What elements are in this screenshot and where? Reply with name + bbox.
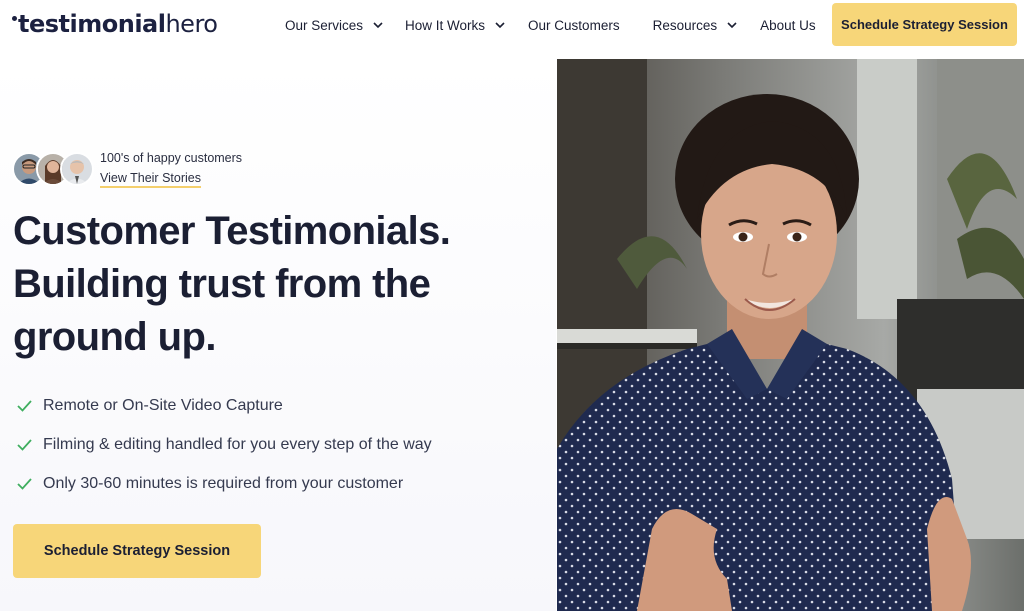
headline-line-3: ground up. bbox=[13, 315, 216, 359]
nav-label: About Us bbox=[760, 17, 816, 33]
happy-customers-text: 100's of happy customers bbox=[100, 151, 243, 165]
chevron-down-icon bbox=[373, 22, 383, 29]
feature-item: Filming & editing handled for you every … bbox=[16, 425, 432, 464]
logo-text-hero: hero bbox=[165, 10, 218, 38]
testimonialhero-logo[interactable]: testimonialhero bbox=[12, 10, 218, 38]
feature-item: Remote or On-Site Video Capture bbox=[16, 386, 432, 425]
nav-label: How It Works bbox=[405, 17, 486, 33]
logo-dot bbox=[12, 16, 17, 21]
feature-text: Remote or On-Site Video Capture bbox=[43, 396, 283, 414]
chevron-down-icon bbox=[495, 22, 505, 29]
check-icon bbox=[17, 400, 32, 412]
hero-headline: Customer Testimonials. Building trust fr… bbox=[13, 205, 533, 364]
schedule-strategy-session-button-header[interactable]: Schedule Strategy Session bbox=[832, 3, 1017, 46]
chevron-down-icon bbox=[727, 22, 737, 29]
feature-list: Remote or On-Site Video Capture Filming … bbox=[16, 386, 432, 503]
nav-label: Resources bbox=[652, 17, 718, 33]
speaker-illustration bbox=[557, 59, 1024, 611]
check-icon bbox=[17, 439, 32, 451]
feature-item: Only 30-60 minutes is required from your… bbox=[16, 464, 432, 503]
feature-text: Filming & editing handled for you every … bbox=[43, 435, 432, 453]
site-header: testimonialhero Our Services How It Work… bbox=[0, 0, 1024, 50]
headline-line-1: Customer Testimonials. bbox=[13, 209, 451, 253]
customer-avatars bbox=[12, 152, 94, 186]
main-nav: Our Services How It Works Our Customers … bbox=[285, 0, 816, 50]
nav-item-our-services[interactable]: Our Services bbox=[285, 18, 384, 33]
nav-label: Our Services bbox=[285, 17, 364, 33]
nav-item-how-it-works[interactable]: How It Works bbox=[405, 18, 506, 33]
logo-text-testimonial: testimonial bbox=[18, 10, 166, 38]
nav-item-about-us[interactable]: About Us bbox=[760, 18, 816, 33]
avatar bbox=[60, 152, 94, 186]
headline-line-2: Building trust from the bbox=[13, 262, 431, 306]
feature-text: Only 30-60 minutes is required from your… bbox=[43, 474, 404, 492]
nav-item-our-customers[interactable]: Our Customers bbox=[528, 18, 620, 33]
check-icon bbox=[17, 478, 32, 490]
hero-content: 100's of happy customers View Their Stor… bbox=[0, 59, 556, 611]
view-their-stories-link[interactable]: View Their Stories bbox=[100, 171, 201, 188]
hero-photo-testimonial-speaker bbox=[557, 59, 1024, 611]
schedule-strategy-session-button[interactable]: Schedule Strategy Session bbox=[13, 524, 261, 578]
nav-label: Our Customers bbox=[528, 17, 620, 33]
nav-item-resources[interactable]: Resources bbox=[653, 18, 739, 33]
